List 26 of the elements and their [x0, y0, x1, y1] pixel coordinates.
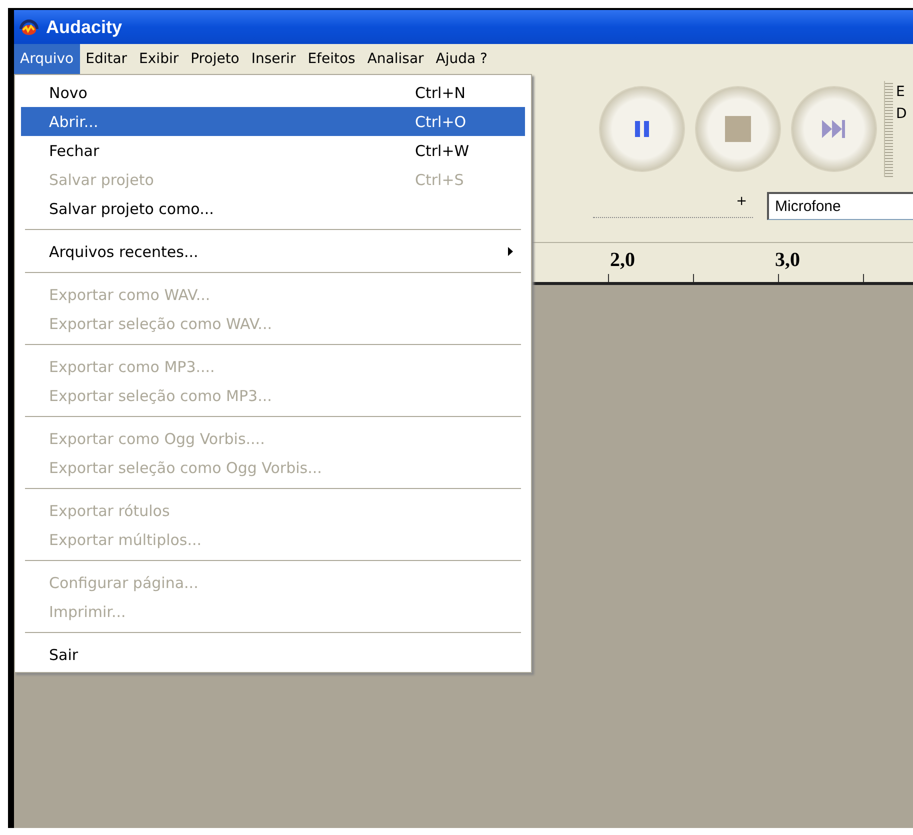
ruler-label: 2,0	[610, 249, 635, 272]
menu-item[interactable]: Novo Ctrl+N	[21, 78, 525, 107]
stop-icon	[725, 116, 751, 142]
menu-item[interactable]: Fechar Ctrl+W	[21, 136, 525, 165]
ruler-label: 3,0	[775, 249, 800, 272]
headphones-logo-icon	[18, 17, 40, 37]
menu-item[interactable]: Salvar projeto como...	[21, 194, 525, 223]
menu-bar-item[interactable]: Efeitos	[302, 44, 362, 74]
meter-label: E	[896, 83, 906, 102]
toolbar-grip[interactable]	[885, 81, 893, 177]
submenu-arrow-icon	[508, 247, 513, 256]
skip-end-icon	[822, 120, 846, 138]
input-device-field[interactable]: Microfone	[767, 192, 913, 220]
menu-bar-item[interactable]: Analisar	[361, 44, 430, 74]
menu-bar-item[interactable]: Ajuda ?	[430, 44, 494, 74]
window-title: Audacity	[46, 16, 122, 38]
menu-bar-item[interactable]: Exibir	[133, 44, 185, 74]
menu-item[interactable]: Arquivos recentes...	[21, 237, 525, 266]
menu-bar-item[interactable]: Projeto	[184, 44, 246, 74]
menu-bar-item[interactable]: Arquivo	[14, 44, 80, 74]
menu-item[interactable]: Abrir... Ctrl+O	[21, 107, 525, 136]
menu-bar-item[interactable]: Editar	[80, 44, 134, 74]
pause-icon	[633, 120, 651, 138]
meter-label: D	[896, 105, 907, 124]
menu-item[interactable]: Sair	[21, 640, 525, 669]
menu-bar-item[interactable]: Inserir	[245, 44, 302, 74]
